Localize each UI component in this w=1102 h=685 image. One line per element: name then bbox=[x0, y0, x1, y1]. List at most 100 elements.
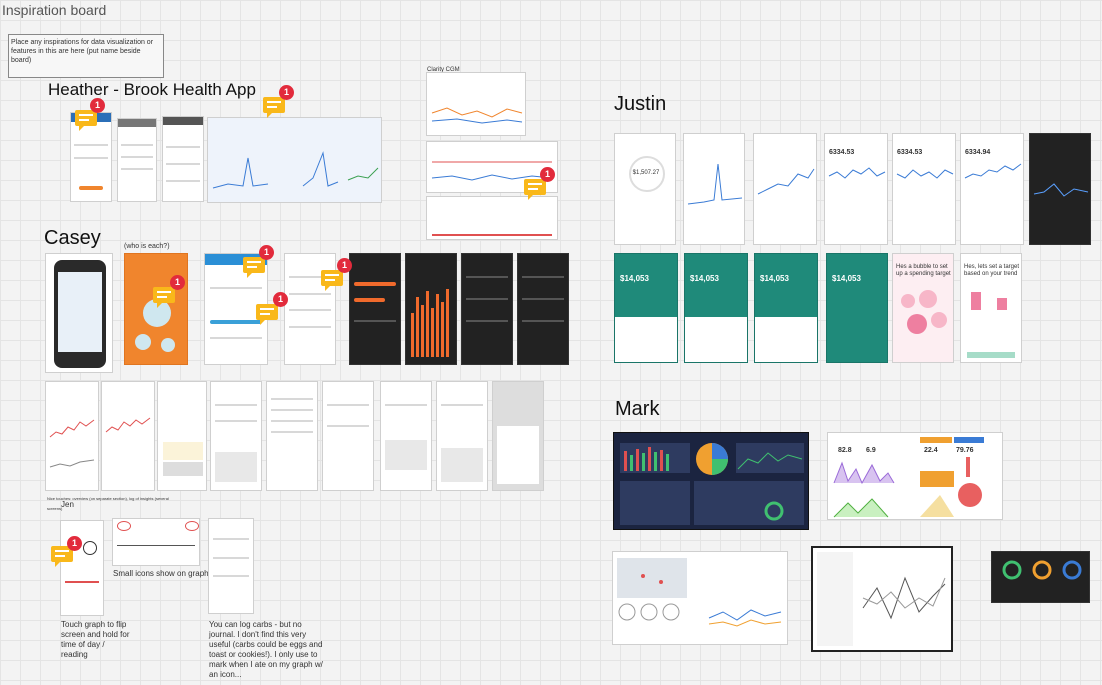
screen-bar bbox=[354, 298, 385, 302]
comment-count-badge: 1 bbox=[67, 536, 82, 551]
jen-screenshot-6[interactable] bbox=[492, 381, 544, 491]
chart-line bbox=[862, 576, 946, 620]
jen-screenshot-carbs[interactable] bbox=[208, 518, 254, 614]
pie-slice bbox=[712, 443, 728, 459]
instruction-note[interactable]: Place any inspirations for data visualiz… bbox=[8, 34, 164, 78]
touch-graph-caption: Touch graph to flip screen and hold for … bbox=[61, 620, 130, 659]
screen-row bbox=[466, 320, 508, 322]
mark-dashboard-1[interactable] bbox=[613, 432, 809, 530]
jen-screenshot-1[interactable] bbox=[45, 381, 99, 491]
section-title-casey: Casey bbox=[44, 227, 101, 249]
chart-line bbox=[862, 577, 946, 609]
stock-value: 6334.94 bbox=[965, 149, 991, 156]
chart-bar bbox=[636, 449, 639, 471]
gauge bbox=[640, 603, 658, 621]
dashboard-thumbnail bbox=[817, 552, 946, 646]
clarity-screenshot-3[interactable] bbox=[426, 196, 558, 240]
gauge bbox=[618, 603, 636, 621]
casey-screenshot-orange[interactable] bbox=[124, 253, 188, 365]
justin-screenshot-5[interactable]: 6334.53 bbox=[892, 133, 956, 245]
comment-icon[interactable] bbox=[263, 97, 285, 118]
line-chart-thumbnail bbox=[757, 168, 815, 195]
map-marker bbox=[659, 580, 663, 584]
bubble bbox=[907, 314, 927, 334]
justin-teal-screenshot-2[interactable]: $14,053 bbox=[684, 253, 748, 363]
screen-row bbox=[289, 292, 331, 295]
area-panel bbox=[920, 471, 954, 487]
jen-screenshot-graph[interactable] bbox=[60, 520, 104, 616]
thermometer bbox=[966, 457, 970, 477]
justin-dark-screenshot[interactable] bbox=[1029, 133, 1091, 245]
jen-screenshot-2[interactable] bbox=[101, 381, 155, 491]
comment-icon[interactable] bbox=[524, 179, 546, 200]
jen-screenshot-icons-graph[interactable] bbox=[112, 518, 200, 566]
chart-line bbox=[49, 419, 95, 438]
heather-screenshot-strip[interactable] bbox=[207, 117, 382, 203]
jen-screenshot-keypad-2[interactable] bbox=[380, 381, 432, 491]
jen-screenshot-4[interactable] bbox=[266, 381, 318, 491]
chart-line bbox=[708, 619, 782, 627]
gauge bbox=[1002, 560, 1022, 580]
log-carbs-caption: You can log carbs - but no journal. I do… bbox=[209, 620, 323, 679]
dashboard-thumbnail bbox=[617, 558, 782, 627]
comment-icon[interactable] bbox=[321, 270, 343, 291]
heather-screenshot-3[interactable] bbox=[162, 116, 204, 202]
balance-value: $1,507.27 bbox=[632, 170, 660, 176]
gauge bbox=[1032, 560, 1052, 580]
section-title-jen: Jen bbox=[61, 500, 74, 509]
header-tile bbox=[920, 437, 952, 443]
comment-icon[interactable] bbox=[243, 257, 265, 278]
mark-dashboard-4[interactable] bbox=[811, 546, 953, 652]
gauge bbox=[662, 603, 680, 621]
screen-row bbox=[166, 163, 200, 166]
scatter-thumbnail bbox=[49, 419, 95, 468]
screen-panel bbox=[755, 316, 817, 362]
bubble bbox=[919, 290, 937, 308]
casey-subtitle: (who is each?) bbox=[124, 243, 170, 250]
chart-bar bbox=[416, 296, 419, 358]
justin-screenshot-1[interactable]: $1,507.27 bbox=[614, 133, 676, 245]
comment-icon[interactable] bbox=[153, 287, 175, 308]
justin-screenshot-2[interactable] bbox=[683, 133, 745, 245]
justin-pink-bar-screenshot[interactable]: Hes, lets set a target based on your tre… bbox=[960, 253, 1022, 363]
section-title-heather: Heather - Brook Health App bbox=[48, 80, 256, 99]
panel bbox=[694, 481, 804, 525]
justin-teal-screenshot-3[interactable]: $14,053 bbox=[754, 253, 818, 363]
casey-dark-screenshot-3[interactable] bbox=[461, 253, 513, 365]
casey-dark-screenshot-1[interactable] bbox=[349, 253, 401, 365]
justin-teal-screenshot-1[interactable]: $14,053 bbox=[614, 253, 678, 363]
stock-value: 6334.53 bbox=[897, 149, 923, 156]
comment-icon[interactable] bbox=[256, 304, 278, 325]
chart-line bbox=[117, 545, 195, 546]
justin-pink-screenshot[interactable]: Hes a bubble to set up a spending target bbox=[892, 253, 954, 363]
chart-bar bbox=[411, 313, 414, 358]
casey-dark-screenshot-2[interactable] bbox=[405, 253, 457, 365]
mark-dashboard-5[interactable] bbox=[991, 551, 1090, 603]
glucose-charts-thumbnail bbox=[212, 151, 379, 189]
jen-screenshot-5[interactable] bbox=[322, 381, 374, 491]
justin-teal-screenshot-4[interactable]: $14,053 bbox=[826, 253, 888, 363]
chart-bar bbox=[446, 289, 449, 358]
justin-screenshot-4[interactable]: 6334.53 bbox=[824, 133, 888, 245]
justin-screenshot-3[interactable] bbox=[753, 133, 817, 245]
screen-bar bbox=[354, 281, 396, 286]
mark-dashboard-2[interactable]: 82.8 6.9 22.4 79.76 bbox=[827, 432, 1003, 520]
heather-screenshot-2[interactable] bbox=[117, 118, 157, 202]
justin-screenshot-6[interactable]: 6334.94 bbox=[960, 133, 1024, 245]
teal-amount: $14,053 bbox=[690, 274, 719, 283]
jen-screenshot-keypad-1[interactable] bbox=[210, 381, 262, 491]
screen-row bbox=[271, 398, 313, 401]
clarity-screenshot-1[interactable] bbox=[426, 72, 526, 136]
screen-row bbox=[271, 419, 313, 422]
teal-amount: $14,053 bbox=[620, 274, 649, 283]
casey-phone-photo[interactable] bbox=[45, 253, 113, 373]
screen-row bbox=[212, 537, 250, 540]
mark-dashboard-3[interactable] bbox=[612, 551, 788, 645]
casey-dark-screenshot-4[interactable] bbox=[517, 253, 569, 365]
chart-bar bbox=[421, 304, 424, 358]
chart-line bbox=[431, 118, 523, 124]
screen-panel bbox=[615, 316, 677, 362]
panel bbox=[620, 481, 690, 525]
jen-screenshot-keypad-3[interactable] bbox=[436, 381, 488, 491]
jen-screenshot-3[interactable] bbox=[157, 381, 207, 491]
